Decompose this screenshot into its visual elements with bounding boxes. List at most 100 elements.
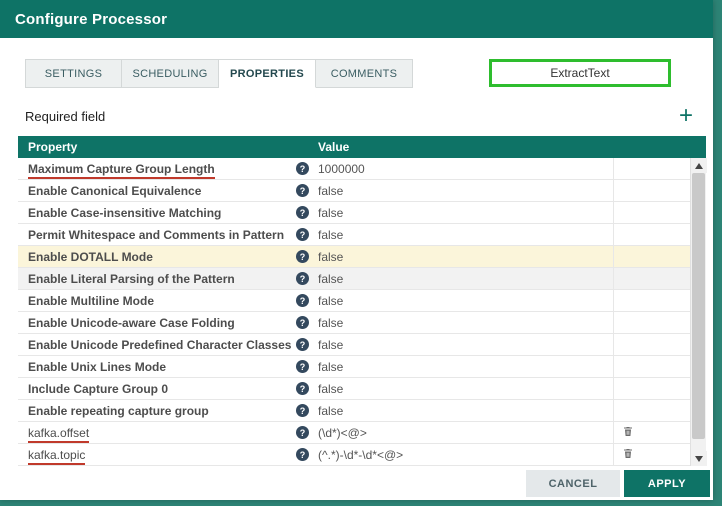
row-actions	[613, 290, 690, 311]
property-name: Include Capture Group 0	[28, 382, 169, 396]
table-row: Enable Literal Parsing of the Pattern ? …	[18, 268, 690, 290]
row-actions	[613, 180, 690, 201]
property-name: Enable repeating capture group	[28, 404, 209, 418]
property-name: Enable Unix Lines Mode	[28, 360, 167, 374]
help-icon[interactable]: ?	[296, 272, 309, 285]
table-row: Enable Unicode Predefined Character Clas…	[18, 334, 690, 356]
property-value[interactable]: false	[318, 382, 343, 396]
row-actions	[613, 444, 690, 465]
delete-property-button[interactable]	[622, 425, 634, 441]
processor-name-label: ExtractText	[550, 66, 610, 80]
configure-processor-dialog: Configure Processor SETTINGS SCHEDULING PR…	[0, 0, 713, 500]
scroll-down-icon	[695, 455, 703, 462]
table-row: Enable Case-insensitive Matching ? false	[18, 202, 690, 224]
table-row: Permit Whitespace and Comments in Patter…	[18, 224, 690, 246]
properties-table-body: Maximum Capture Group Length ? 1000000 E…	[18, 158, 690, 466]
property-value[interactable]: false	[318, 360, 343, 374]
table-row: Enable Multiline Mode ? false	[18, 290, 690, 312]
table-row: Enable Unix Lines Mode ? false	[18, 356, 690, 378]
row-actions	[613, 422, 690, 443]
help-icon[interactable]: ?	[296, 206, 309, 219]
dialog-footer: CANCEL APPLY	[0, 470, 713, 500]
help-icon[interactable]: ?	[296, 382, 309, 395]
table-row: Maximum Capture Group Length ? 1000000	[18, 158, 690, 180]
property-name: Enable Multiline Mode	[28, 294, 155, 308]
property-name: Enable Case-insensitive Matching	[28, 206, 222, 220]
property-name: Enable Canonical Equivalence	[28, 184, 202, 198]
help-icon[interactable]: ?	[296, 316, 309, 329]
property-name: Enable Literal Parsing of the Pattern	[28, 272, 235, 286]
scrollbar-thumb[interactable]	[692, 173, 705, 439]
help-icon[interactable]: ?	[296, 404, 309, 417]
property-name: Permit Whitespace and Comments in Patter…	[28, 228, 285, 242]
row-actions	[613, 334, 690, 355]
required-field-label: Required field	[25, 109, 106, 124]
property-name: Enable DOTALL Mode	[28, 250, 153, 264]
property-name: kafka.offset	[28, 426, 90, 443]
property-value[interactable]: false	[318, 338, 343, 352]
property-value[interactable]: (\d*)<@>	[318, 426, 367, 440]
property-value[interactable]: false	[318, 228, 343, 242]
trash-icon	[624, 449, 632, 458]
help-icon[interactable]: ?	[296, 184, 309, 197]
delete-property-button[interactable]	[622, 447, 634, 463]
table-row: Enable repeating capture group ? false	[18, 400, 690, 422]
processor-name-annotation: ExtractText	[489, 59, 671, 87]
scroll-up-button[interactable]	[691, 158, 707, 173]
property-value[interactable]: false	[318, 272, 343, 286]
property-name: kafka.topic	[28, 448, 86, 465]
property-value[interactable]: (^.*)-\d*-\d*<@>	[318, 448, 403, 462]
help-icon[interactable]: ?	[296, 448, 309, 461]
table-row: Include Capture Group 0 ? false	[18, 378, 690, 400]
help-icon[interactable]: ?	[296, 360, 309, 373]
value-column-header: Value	[318, 140, 350, 154]
scroll-down-button[interactable]	[691, 451, 707, 466]
property-value[interactable]: false	[318, 294, 343, 308]
tab-settings[interactable]: SETTINGS	[25, 59, 122, 88]
table-row: kafka.topic ? (^.*)-\d*-\d*<@>	[18, 444, 690, 466]
dialog-title: Configure Processor	[15, 10, 168, 28]
scroll-up-icon	[695, 162, 703, 169]
help-icon[interactable]: ?	[296, 338, 309, 351]
row-actions	[613, 400, 690, 421]
row-actions	[613, 224, 690, 245]
help-icon[interactable]: ?	[296, 162, 309, 175]
property-name: Maximum Capture Group Length	[28, 162, 215, 179]
property-value[interactable]: 1000000	[318, 162, 365, 176]
table-header-row: Property Value	[18, 136, 706, 158]
tab-bar: SETTINGS SCHEDULING PROPERTIES COMMENTS	[25, 59, 413, 88]
apply-button[interactable]: APPLY	[624, 470, 710, 497]
table-scrollbar	[690, 158, 707, 466]
row-actions	[613, 202, 690, 223]
trash-icon	[624, 427, 632, 436]
table-row: Enable Unicode-aware Case Folding ? fals…	[18, 312, 690, 334]
add-property-button[interactable]: +	[664, 100, 708, 132]
property-name: Enable Unicode Predefined Character Clas…	[28, 338, 292, 352]
table-row: kafka.offset ? (\d*)<@>	[18, 422, 690, 444]
property-value[interactable]: false	[318, 316, 343, 330]
help-icon[interactable]: ?	[296, 228, 309, 241]
property-name: Enable Unicode-aware Case Folding	[28, 316, 235, 330]
table-row: Enable DOTALL Mode ? false	[18, 246, 690, 268]
table-row: Enable Canonical Equivalence ? false	[18, 180, 690, 202]
row-actions	[613, 246, 690, 267]
dialog-header: Configure Processor	[0, 0, 713, 38]
row-actions	[613, 312, 690, 333]
help-icon[interactable]: ?	[296, 294, 309, 307]
tab-properties[interactable]: PROPERTIES	[219, 59, 316, 88]
tab-comments[interactable]: COMMENTS	[316, 59, 413, 88]
help-icon[interactable]: ?	[296, 250, 309, 263]
cancel-button[interactable]: CANCEL	[526, 470, 620, 497]
tab-scheduling[interactable]: SCHEDULING	[122, 59, 219, 88]
properties-table: Property Value Maximum Capture Group Len…	[18, 136, 707, 466]
property-value[interactable]: false	[318, 206, 343, 220]
property-value[interactable]: false	[318, 184, 343, 198]
row-actions	[613, 356, 690, 377]
plus-icon: +	[678, 102, 693, 129]
row-actions	[613, 158, 690, 179]
property-value[interactable]: false	[318, 250, 343, 264]
help-icon[interactable]: ?	[296, 426, 309, 439]
row-actions	[613, 268, 690, 289]
property-column-header: Property	[28, 140, 78, 154]
property-value[interactable]: false	[318, 404, 343, 418]
